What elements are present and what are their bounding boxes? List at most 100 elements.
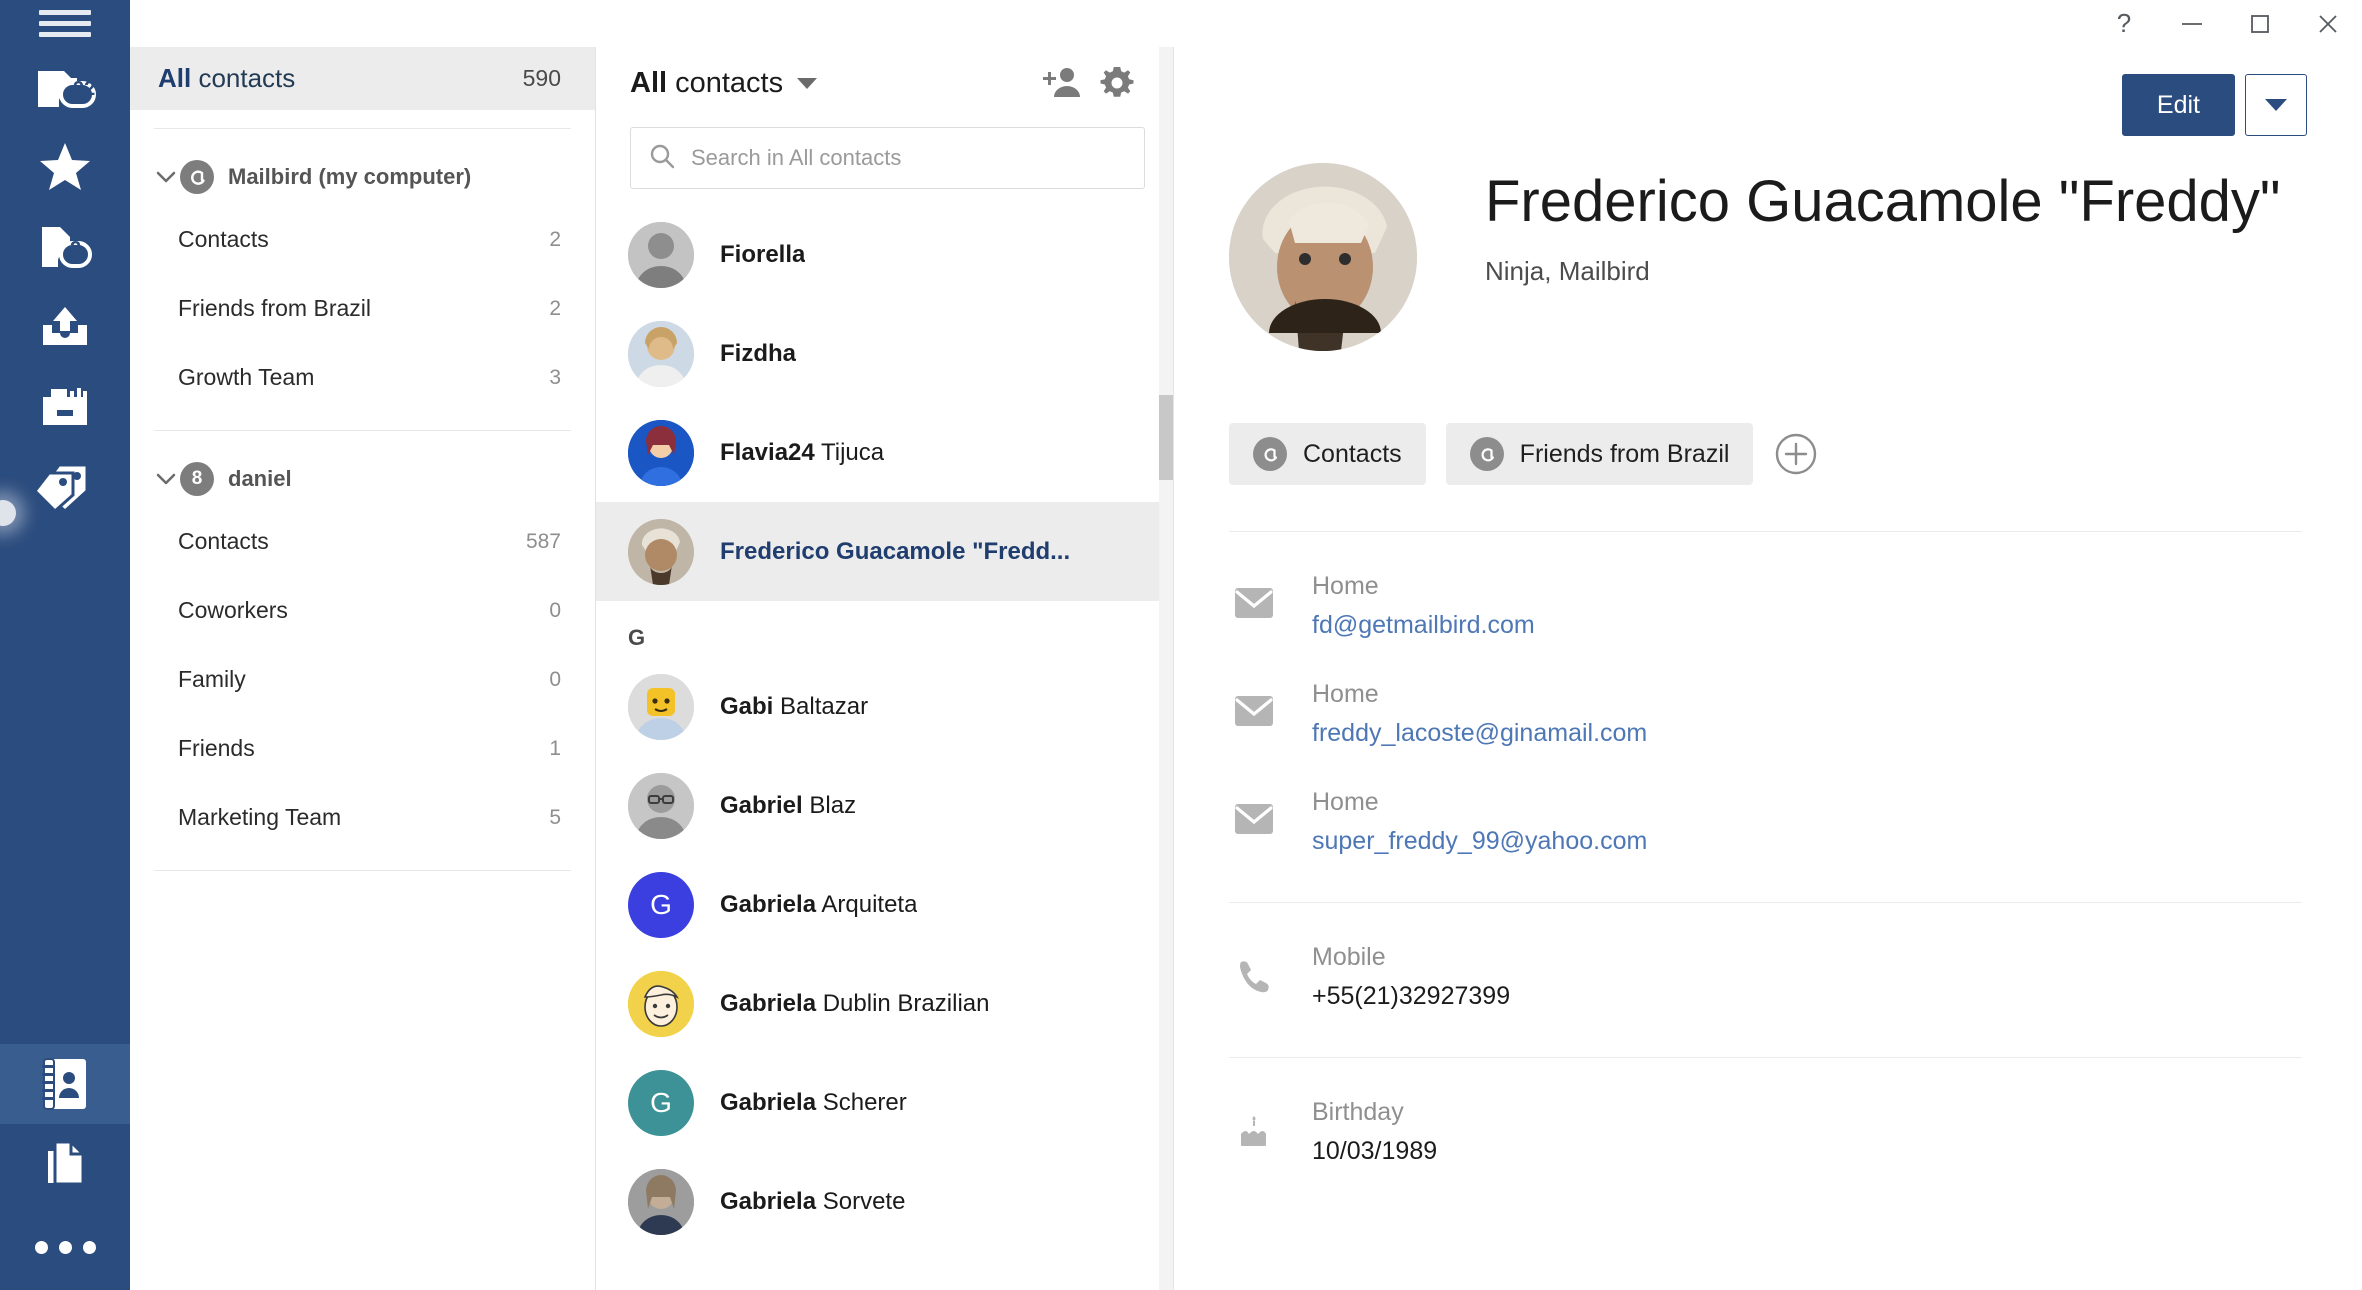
sidebar-item-files[interactable] <box>0 1124 130 1204</box>
list-item[interactable]: Gabriela Dublin Brazilian <box>596 954 1173 1053</box>
contact-name: Frederico Guacamole "Freddy" <box>1485 171 2281 234</box>
list-item-last: Blaz <box>809 792 856 819</box>
contact-list-scrollbar[interactable] <box>1159 47 1173 1290</box>
sidebar-item-tags[interactable] <box>0 447 130 527</box>
plus-circle-icon[interactable] <box>1773 431 1819 477</box>
tags-icon <box>37 461 93 513</box>
tree-item-contacts[interactable]: Contacts 587 <box>130 507 595 576</box>
tree-item-contacts[interactable]: Contacts 2 <box>130 205 595 274</box>
edit-dropdown-button[interactable] <box>2245 74 2307 136</box>
avatar <box>628 519 694 585</box>
account-row-daniel[interactable]: 8 daniel <box>130 451 595 507</box>
mailbird-icon <box>1470 437 1504 471</box>
field-email-home-2[interactable]: Home freddy_lacoste@ginamail.com <box>1174 640 2362 748</box>
field-phone-mobile[interactable]: Mobile +55(21)32927399 <box>1174 903 2362 1011</box>
list-item[interactable]: Gabriel Blaz <box>596 756 1173 855</box>
tree-item-friends-from-brazil[interactable]: Friends from Brazil 2 <box>130 274 595 343</box>
field-value[interactable]: freddy_lacoste@ginamail.com <box>1312 719 1647 748</box>
sidebar-item-inbox[interactable]: 92 <box>0 47 130 127</box>
sidebar-item-contacts[interactable] <box>0 1044 130 1124</box>
field-email-home-3[interactable]: Home super_freddy_99@yahoo.com <box>1174 748 2362 856</box>
sidebar-item-favorites[interactable] <box>0 127 130 207</box>
tree-item-friends[interactable]: Friends 1 <box>130 714 595 783</box>
account-name: Mailbird (my computer) <box>228 164 471 190</box>
sidebar-item-archive[interactable] <box>0 367 130 447</box>
app-root: 92 2 <box>0 0 2362 1290</box>
avatar <box>628 222 694 288</box>
sidebar-item-outbox[interactable] <box>0 287 130 367</box>
all-contacts-header[interactable]: All contacts 590 <box>130 47 595 110</box>
tree-item-growth-team[interactable]: Growth Team 3 <box>130 343 595 412</box>
list-item-last: Baltazar <box>780 693 868 720</box>
tree-item-count: 2 <box>549 297 561 321</box>
tree-item-label: Contacts <box>178 528 269 555</box>
tree-item-count: 0 <box>549 599 561 623</box>
list-item-first: Frederico Guacamole "Fredd... <box>720 538 1070 565</box>
page-title: All contacts <box>158 63 295 94</box>
avatar <box>628 773 694 839</box>
close-button[interactable] <box>2294 0 2362 47</box>
contact-tags: Contacts Friends from Brazil <box>1174 351 2362 485</box>
alpha-section-header: G <box>596 601 1173 657</box>
field-value[interactable]: 10/03/1989 <box>1312 1137 1437 1166</box>
chevron-down-icon[interactable] <box>152 473 180 485</box>
list-item-first: Fizdha <box>720 340 796 367</box>
edit-button[interactable]: Edit <box>2122 74 2235 136</box>
search-input[interactable] <box>691 145 1126 171</box>
help-button[interactable]: ? <box>2090 0 2158 47</box>
left-nav-rail: 92 2 <box>0 0 130 1290</box>
field-value[interactable]: super_freddy_99@yahoo.com <box>1312 827 1647 856</box>
contact-name-block: Frederico Guacamole "Freddy" Ninja, Mail… <box>1485 163 2281 287</box>
list-item[interactable]: G Gabriela Arquiteta <box>596 855 1173 954</box>
tree-item-label: Friends <box>178 735 255 762</box>
chevron-down-icon[interactable] <box>797 78 817 89</box>
list-item-first: Gabi <box>720 693 773 720</box>
sidebar-item-drafts[interactable]: 2 <box>0 207 130 287</box>
tree-item-marketing-team[interactable]: Marketing Team 5 <box>130 783 595 852</box>
field-value[interactable]: fd@getmailbird.com <box>1312 611 1535 640</box>
more-icon[interactable] <box>0 1204 130 1290</box>
menu-icon[interactable] <box>0 0 130 47</box>
gear-icon[interactable] <box>1089 55 1145 111</box>
tree-item-label: Growth Team <box>178 364 314 391</box>
minimize-button[interactable] <box>2158 0 2226 47</box>
chevron-down-icon <box>2265 99 2287 111</box>
field-birthday[interactable]: Birthday 10/03/1989 <box>1174 1058 2362 1166</box>
tag-contacts[interactable]: Contacts <box>1229 423 1426 485</box>
account-avatar-glyph: 8 <box>192 468 203 490</box>
tree-divider-bottom <box>154 870 571 871</box>
star-icon <box>39 142 91 192</box>
list-item[interactable]: Fiorella <box>596 205 1173 304</box>
maximize-button[interactable] <box>2226 0 2294 47</box>
list-item-selected[interactable]: Frederico Guacamole "Fredd... <box>596 502 1173 601</box>
list-title-bold: All <box>630 67 667 99</box>
tree-item-count: 0 <box>549 668 561 692</box>
detail-actions: Edit <box>2122 74 2307 136</box>
list-item[interactable]: Flavia24 Tijuca <box>596 403 1173 502</box>
envelope-icon <box>1232 680 1276 726</box>
list-item[interactable]: Gabriela Sorvete <box>596 1152 1173 1251</box>
list-item-name: Gabriela Sorvete <box>720 1188 905 1216</box>
list-item-last: Dublin Brazilian <box>823 990 990 1017</box>
scrollbar-thumb[interactable] <box>1159 395 1173 480</box>
add-person-icon[interactable] <box>1033 55 1089 111</box>
tag-friends-from-brazil[interactable]: Friends from Brazil <box>1446 423 1754 485</box>
field-label: Home <box>1312 680 1647 709</box>
chevron-down-icon[interactable] <box>152 171 180 183</box>
contact-list-title[interactable]: All contacts <box>630 67 817 100</box>
list-item-name: Gabriela Scherer <box>720 1089 907 1117</box>
list-item[interactable]: Gabi Baltazar <box>596 657 1173 756</box>
inbox-icon <box>34 63 96 111</box>
contact-list-scroll-area: Fiorella Fizdha Flavia24 Tijuca Frederic… <box>596 205 1173 1290</box>
account-row-mailbird[interactable]: Mailbird (my computer) <box>130 149 595 205</box>
tree-item-family[interactable]: Family 0 <box>130 645 595 714</box>
cake-icon <box>1232 1098 1276 1148</box>
field-email-home-1[interactable]: Home fd@getmailbird.com <box>1174 532 2362 640</box>
tree-item-label: Marketing Team <box>178 804 341 831</box>
list-item[interactable]: G Gabriela Scherer <box>596 1053 1173 1152</box>
list-item-first: Gabriela <box>720 990 816 1017</box>
search-box[interactable] <box>630 127 1145 189</box>
tree-item-coworkers[interactable]: Coworkers 0 <box>130 576 595 645</box>
field-value[interactable]: +55(21)32927399 <box>1312 982 1510 1011</box>
list-item[interactable]: Fizdha <box>596 304 1173 403</box>
